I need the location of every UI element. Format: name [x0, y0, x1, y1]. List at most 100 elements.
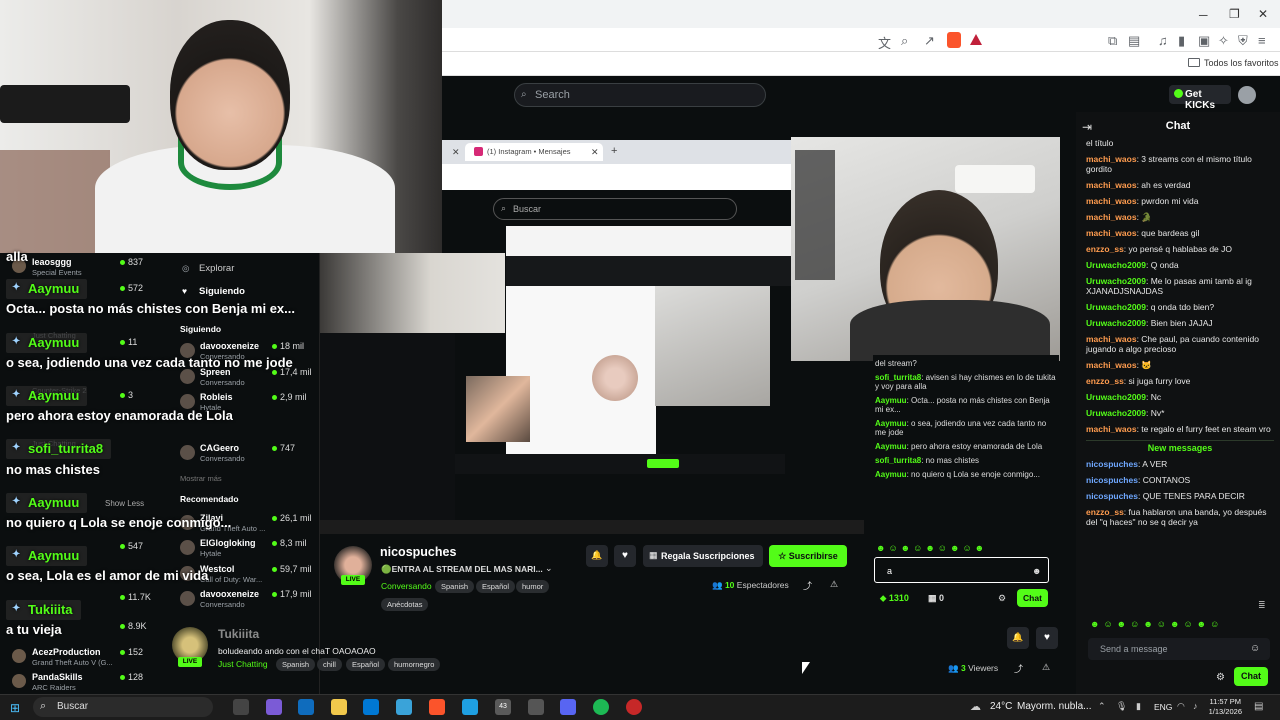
app-icon[interactable] [626, 699, 642, 715]
chat-username[interactable]: nicospuches [1086, 475, 1138, 485]
clock-time[interactable]: 11:57 PM [1209, 697, 1241, 706]
new-messages-divider[interactable]: New messages [1086, 440, 1274, 453]
chat-username[interactable]: Uruwacho2009 [1086, 302, 1146, 312]
nav-siguiendo[interactable]: Siguiendo [199, 286, 245, 297]
subscribe-button[interactable]: ☆ Suscribirse [769, 545, 847, 567]
sidebar-icon[interactable]: ▮ [1178, 33, 1185, 49]
settings-gear-icon[interactable]: ⚙ [1216, 672, 1225, 683]
sidebar-channel-avatar[interactable] [180, 369, 195, 384]
tukiita-tag-espanol[interactable]: Español [346, 658, 386, 671]
gift-subs-button[interactable]: Regala Suscripciones [643, 545, 763, 567]
network-icon[interactable]: ▮ [1136, 701, 1141, 712]
chat-username[interactable]: nicospuches [1086, 491, 1138, 501]
sidebar-channel-name[interactable]: ElGlogloking [200, 538, 256, 548]
show-less-link[interactable]: Show Less [105, 499, 144, 508]
nav-explorar[interactable]: Explorar [199, 263, 234, 274]
chat-username[interactable]: enzzo_ss [1086, 507, 1124, 517]
chat-send-button[interactable]: Chat [1234, 667, 1268, 686]
tukiita-report-icon[interactable]: ⚠ [1042, 662, 1050, 673]
chat-username[interactable]: machi_waos [1086, 180, 1137, 190]
notification-icon[interactable]: ▤ [1254, 701, 1263, 712]
leo-icon[interactable]: ✧ [1218, 33, 1229, 49]
chat-username[interactable]: Uruwacho2009 [1086, 318, 1146, 328]
chat-username[interactable]: enzzo_ss [1086, 376, 1124, 386]
tab-search-icon[interactable]: ▤ [1128, 33, 1140, 49]
language-indicator[interactable]: ENG [1154, 702, 1172, 712]
tukiita-heart-icon[interactable]: ♥ [1036, 627, 1058, 649]
mic-icon[interactable]: 🎙 [1116, 701, 1127, 712]
wallet-icon[interactable]: ▣ [1198, 33, 1210, 49]
sidebar-channel-name[interactable]: davooxeneize [200, 341, 259, 351]
chat-username[interactable]: machi_waos [1086, 196, 1137, 206]
tukiita-bell-icon[interactable]: 🔔 [1007, 627, 1029, 649]
chevron-down-icon[interactable]: ⌄ [545, 563, 553, 574]
chat-username[interactable]: Uruwacho2009 [1086, 408, 1146, 418]
bookmarks-all-label[interactable]: Todos los favoritos [1204, 58, 1279, 68]
windows-start-icon[interactable]: ⊞ [10, 701, 20, 715]
chat-username[interactable]: machi_waos [1086, 424, 1137, 434]
taskbar-search[interactable]: Buscar [33, 697, 213, 717]
address-bar[interactable] [442, 28, 1280, 52]
sidebar-channel-name[interactable]: davooxeneize [200, 589, 259, 599]
report-icon[interactable]: ⚠ [830, 579, 838, 590]
tag-spanish[interactable]: Spanish [435, 580, 475, 593]
zoom-icon[interactable]: ⌕ [901, 33, 908, 49]
tukiita-tag-spanish[interactable]: Spanish [276, 658, 316, 671]
share-icon[interactable]: ⤴ [803, 579, 812, 592]
tray-chevron-icon[interactable]: ⌃ [1098, 701, 1106, 712]
show-more-link[interactable]: Mostrar más [180, 474, 222, 483]
sidebar-channel-avatar[interactable] [180, 540, 195, 555]
media-icon[interactable]: ♫ [1158, 33, 1168, 48]
chat-username[interactable]: nicospuches [1086, 459, 1138, 469]
chat-input[interactable]: Send a message [1088, 638, 1270, 660]
notification-bell-icon[interactable]: 🔔 [586, 545, 608, 567]
chat-username[interactable]: machi_waos [1086, 212, 1137, 222]
avatar[interactable] [1238, 86, 1256, 104]
close-button[interactable]: ✕ [1258, 7, 1268, 21]
app-badge-icon[interactable]: 43 [495, 699, 511, 715]
share-icon[interactable]: ↗ [924, 33, 935, 49]
tukiita-name[interactable]: Tukiiita [218, 627, 259, 641]
copilot-icon[interactable] [266, 699, 282, 715]
sidebar-channel-avatar[interactable] [180, 394, 195, 409]
sidebar-channel-name[interactable]: leaosggg [32, 257, 72, 267]
brave-rewards-icon[interactable] [970, 34, 982, 45]
tag-espanol[interactable]: Español [476, 580, 516, 593]
tukiita-tag-chill[interactable]: chill [317, 658, 342, 671]
chat-username[interactable]: machi_waos [1086, 154, 1137, 164]
search-input[interactable]: Search [514, 83, 766, 107]
sidebar-channel-name[interactable]: Robleis [200, 392, 233, 402]
chat-username[interactable]: Uruwacho2009 [1086, 276, 1146, 286]
file-explorer-icon[interactable] [331, 699, 347, 715]
sidebar-channel-avatar[interactable] [180, 591, 195, 606]
outlook-icon[interactable] [298, 699, 314, 715]
edge-icon[interactable] [462, 699, 478, 715]
scroll-icon[interactable]: ≣ [1258, 600, 1266, 611]
follow-heart-icon[interactable]: ♥ [614, 545, 636, 567]
extensions-icon[interactable]: ⧉ [1108, 33, 1117, 49]
vpn-icon[interactable]: ⛨ [1238, 33, 1248, 49]
sidebar-channel-avatar[interactable] [12, 674, 26, 688]
tukiita-category[interactable]: Just Chatting [218, 659, 268, 669]
chat-username[interactable]: machi_waos [1086, 360, 1137, 370]
emote-bar[interactable]: ☻☺☻☺☻☺☻☺☻☺ [1090, 619, 1268, 631]
brave-shield-icon[interactable] [947, 32, 961, 48]
stream-category[interactable]: Conversando [381, 581, 432, 591]
clock-date[interactable]: 1/13/2026 [1204, 707, 1242, 716]
chat-username[interactable]: enzzo_ss [1086, 244, 1124, 254]
volume-icon[interactable]: ♪ [1193, 701, 1198, 711]
tukiita-tag-humornegro[interactable]: humornegro [388, 658, 441, 671]
brave-icon[interactable] [429, 699, 445, 715]
chat-username[interactable]: machi_waos [1086, 228, 1137, 238]
minimize-button[interactable]: ─ [1199, 8, 1208, 22]
obs-icon[interactable] [528, 699, 544, 715]
tag-humor[interactable]: humor [516, 580, 550, 593]
store-icon[interactable] [363, 699, 379, 715]
wifi-icon[interactable]: ◠ [1177, 701, 1185, 712]
sidebar-channel-name[interactable]: AcezProduction [32, 647, 101, 657]
tag-anecdotas[interactable]: Anécdotas [381, 598, 429, 611]
menu-icon[interactable]: ≡ [1258, 33, 1266, 48]
sidebar-channel-avatar[interactable] [12, 649, 26, 663]
photos-icon[interactable] [396, 699, 412, 715]
discord-icon[interactable] [560, 699, 576, 715]
